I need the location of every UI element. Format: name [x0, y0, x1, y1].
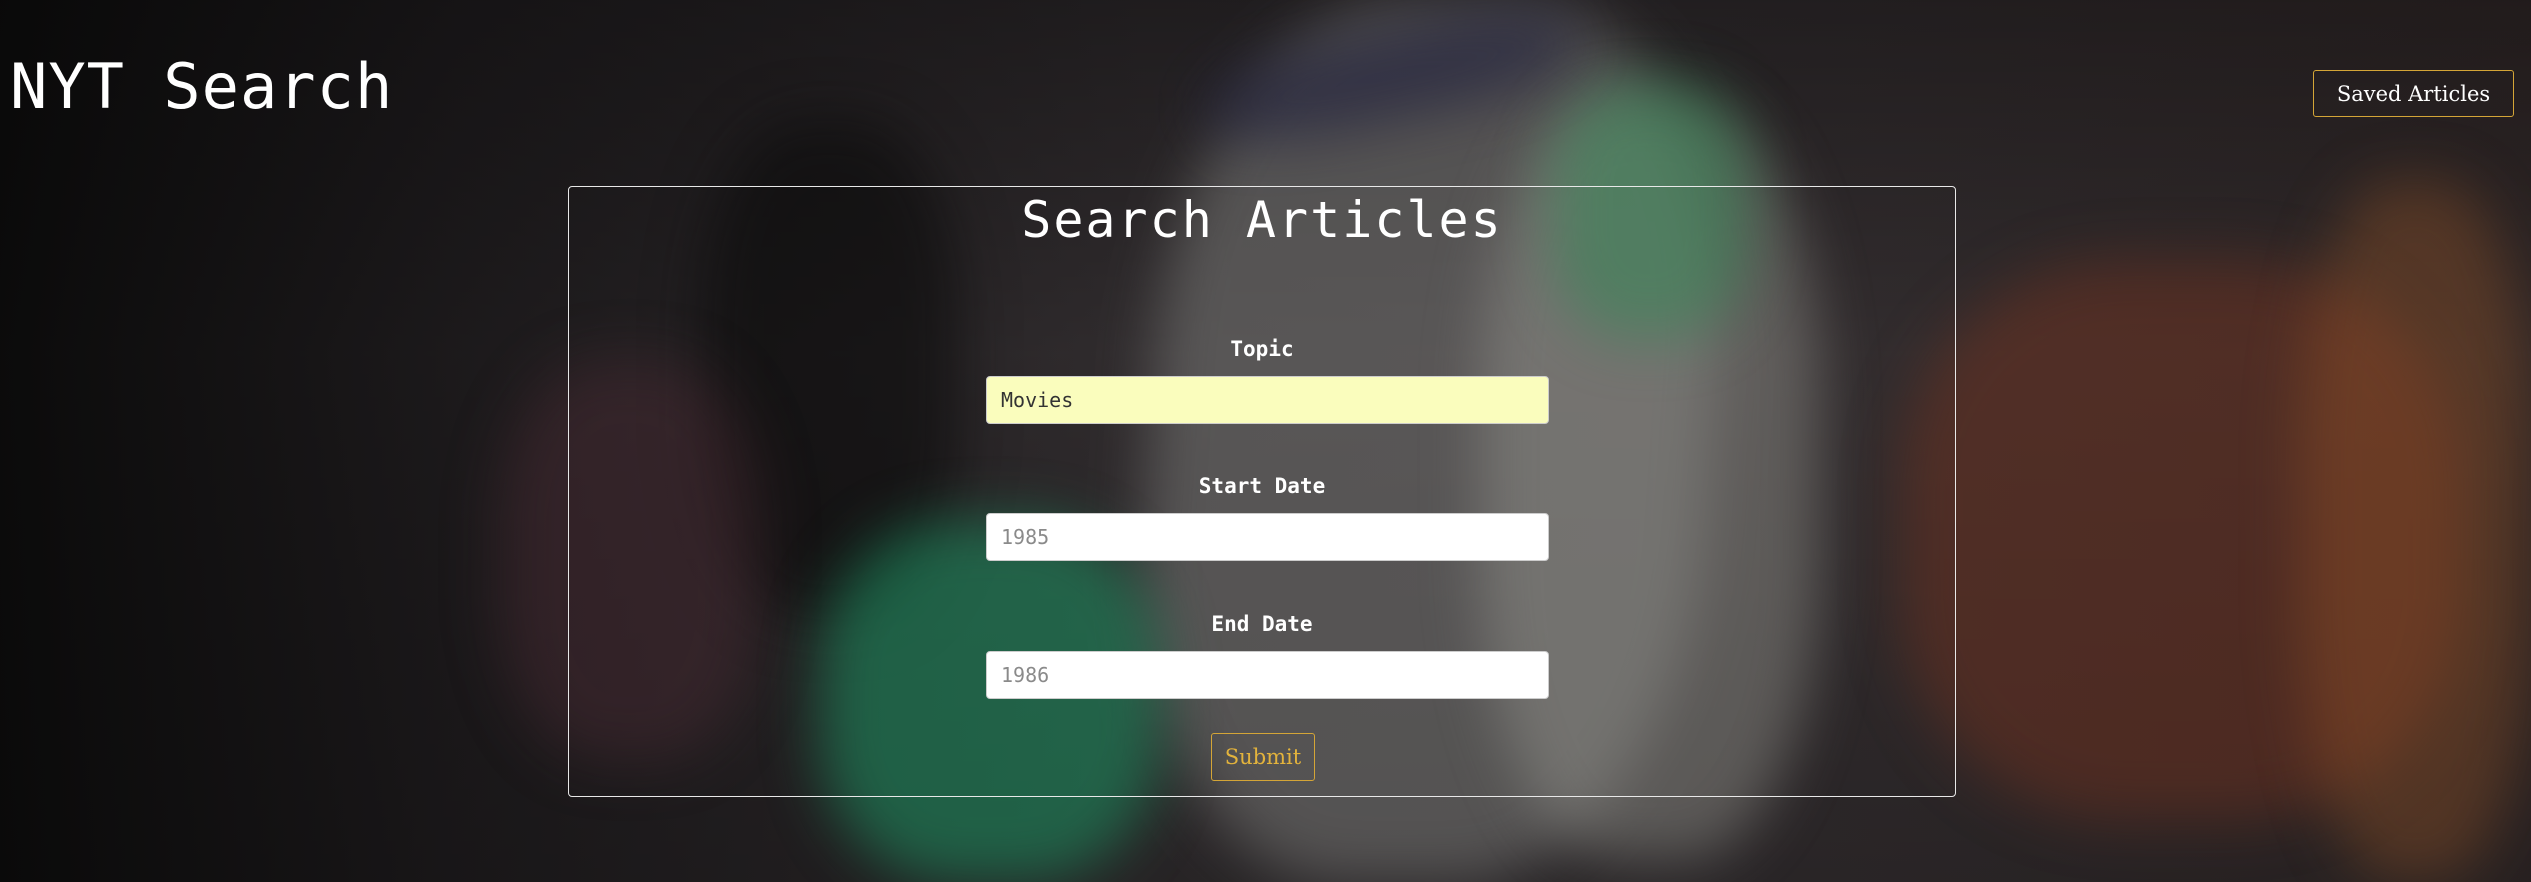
saved-articles-button[interactable]: Saved Articles: [2313, 70, 2514, 117]
topic-input[interactable]: [986, 376, 1549, 424]
site-title: NYT Search: [10, 50, 394, 123]
search-panel-title: Search Articles: [1021, 191, 1503, 249]
submit-button[interactable]: Submit: [1211, 733, 1315, 781]
search-panel: Search Articles Topic Start Date End Dat…: [568, 186, 1956, 797]
start-date-input[interactable]: [986, 513, 1549, 561]
end-date-label: End Date: [1211, 612, 1313, 636]
end-date-input[interactable]: [986, 651, 1549, 699]
start-date-label: Start Date: [1198, 474, 1326, 498]
topic-label: Topic: [1230, 337, 1294, 361]
